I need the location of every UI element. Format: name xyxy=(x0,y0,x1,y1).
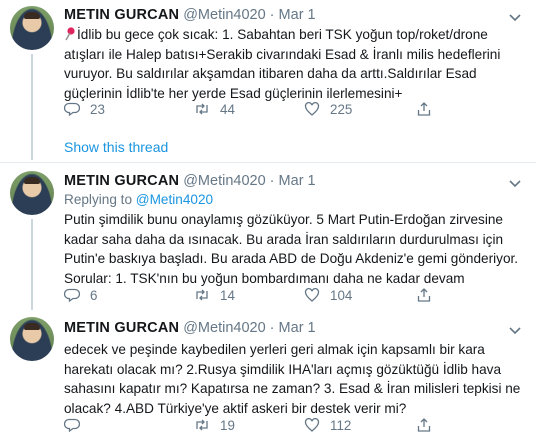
chevron-down-icon[interactable] xyxy=(508,10,522,24)
like-button[interactable]: 112 xyxy=(304,417,351,433)
separator-dot: · xyxy=(269,320,275,336)
author-handle[interactable]: @Metin4020 xyxy=(183,173,265,189)
tweet-line: atışları ile Halep batısı+Serakib civarı… xyxy=(64,46,501,62)
share-icon xyxy=(417,102,431,116)
retweet-icon xyxy=(196,419,208,431)
tweet-1[interactable]: METIN GURCAN @Metin4020 · Mar 1 İdlib bu… xyxy=(0,0,536,160)
like-count: 112 xyxy=(330,417,352,433)
tweet-line: kadar saha daha da ısınacak. Bu arada İr… xyxy=(64,231,504,247)
tweet-actions: 6 14 104 xyxy=(64,287,524,307)
share-icon xyxy=(417,418,431,432)
chevron-down-icon[interactable] xyxy=(508,176,522,190)
tweet-text: Putin şimdilik bunu onaylamış gözüküyor.… xyxy=(64,210,526,288)
like-count: 225 xyxy=(330,101,353,117)
tweet-line: Sorular: 1. TSK'nın bu yoğun bombardıman… xyxy=(64,270,465,286)
avatar[interactable] xyxy=(10,6,54,50)
reply-icon xyxy=(64,418,80,433)
like-button[interactable]: 104 xyxy=(304,287,352,303)
share-icon xyxy=(417,288,431,302)
reply-button[interactable]: 6 xyxy=(64,287,97,303)
tweet-date[interactable]: Mar 1 xyxy=(279,7,316,23)
show-thread-link[interactable]: Show this thread xyxy=(64,139,168,155)
retweet-count: 14 xyxy=(220,287,235,303)
author-handle[interactable]: @Metin4020 xyxy=(183,320,265,336)
avatar[interactable] xyxy=(10,317,54,361)
reply-icon xyxy=(64,102,80,117)
retweet-icon xyxy=(196,103,208,115)
author-handle[interactable]: @Metin4020 xyxy=(183,7,265,23)
retweet-count: 19 xyxy=(220,417,235,433)
retweet-button[interactable]: 44 xyxy=(194,101,235,117)
retweet-count: 44 xyxy=(220,101,235,117)
tweet-2[interactable]: METIN GURCAN @Metin4020 · Mar 1 Replying… xyxy=(0,163,536,310)
pushpin-icon xyxy=(64,27,76,41)
reply-icon xyxy=(64,288,80,303)
tweet-line: vuruyor. Bu saldırılar akşamdan itibaren… xyxy=(64,66,477,81)
tweet-line: edecek ve peşinde kaybedilen yerleri ger… xyxy=(64,342,485,357)
heart-icon xyxy=(304,101,320,116)
retweet-icon xyxy=(196,289,208,301)
retweet-button[interactable]: 14 xyxy=(194,287,235,303)
tweet-line: olacak? 4.ABD Türkiye'ye aktif askeri bi… xyxy=(64,400,407,416)
thread-line xyxy=(31,54,33,160)
reply-count: 6 xyxy=(90,287,98,303)
tweet-3[interactable]: METIN GURCAN @Metin4020 · Mar 1 edecek v… xyxy=(0,310,536,445)
heart-icon xyxy=(304,417,320,432)
separator-dot: · xyxy=(269,173,275,189)
author-name[interactable]: METIN GURCAN xyxy=(64,320,179,336)
thread-line xyxy=(31,219,33,310)
avatar[interactable] xyxy=(10,171,54,215)
tweet-header: METIN GURCAN @Metin4020 · Mar 1 xyxy=(64,7,316,23)
share-button[interactable] xyxy=(416,101,432,117)
tweet-date[interactable]: Mar 1 xyxy=(279,173,316,189)
reply-count: 23 xyxy=(90,101,105,117)
tweet-line: sahasını kapatır mı? Kapatırsa ne zaman?… xyxy=(64,381,521,396)
tweet-line: Putin şimdilik bunu onaylamış gözüküyor.… xyxy=(64,212,503,227)
tweet-actions: 19 112 xyxy=(64,417,524,437)
tweet-text: edecek ve peşinde kaybedilen yerleri ger… xyxy=(64,340,526,418)
like-count: 104 xyxy=(330,287,353,303)
heart-icon xyxy=(304,287,320,302)
tweet-header: METIN GURCAN @Metin4020 · Mar 1 xyxy=(64,173,316,189)
tweet-actions: 23 44 225 xyxy=(64,101,524,121)
tweet-line: İdlib bu gece çok sıcak: 1. Sabahtan ber… xyxy=(77,27,488,42)
replying-label: Replying to xyxy=(64,192,133,207)
share-button[interactable] xyxy=(416,417,432,433)
tweet-text: İdlib bu gece çok sıcak: 1. Sabahtan ber… xyxy=(64,25,526,103)
tweet-header: METIN GURCAN @Metin4020 · Mar 1 xyxy=(64,320,316,336)
retweet-button[interactable]: 19 xyxy=(194,417,235,433)
replying-mention[interactable]: @Metin4020 xyxy=(136,192,213,207)
tweet-date[interactable]: Mar 1 xyxy=(279,320,316,336)
separator-dot: · xyxy=(269,7,275,23)
chevron-down-icon[interactable] xyxy=(508,323,522,337)
author-name[interactable]: METIN GURCAN xyxy=(64,7,179,23)
author-name[interactable]: METIN GURCAN xyxy=(64,173,179,189)
reply-button[interactable] xyxy=(64,417,90,433)
tweet-line: Putin'e baskıya başladı. Bu arada ABD de… xyxy=(64,251,519,266)
replying-to: Replying to @Metin4020 xyxy=(64,192,213,207)
tweet-line: harekatı olacak mı? 2.Rusya şimdilik IHA… xyxy=(64,361,502,377)
like-button[interactable]: 225 xyxy=(304,101,352,117)
share-button[interactable] xyxy=(416,287,432,303)
reply-button[interactable]: 23 xyxy=(64,101,105,117)
